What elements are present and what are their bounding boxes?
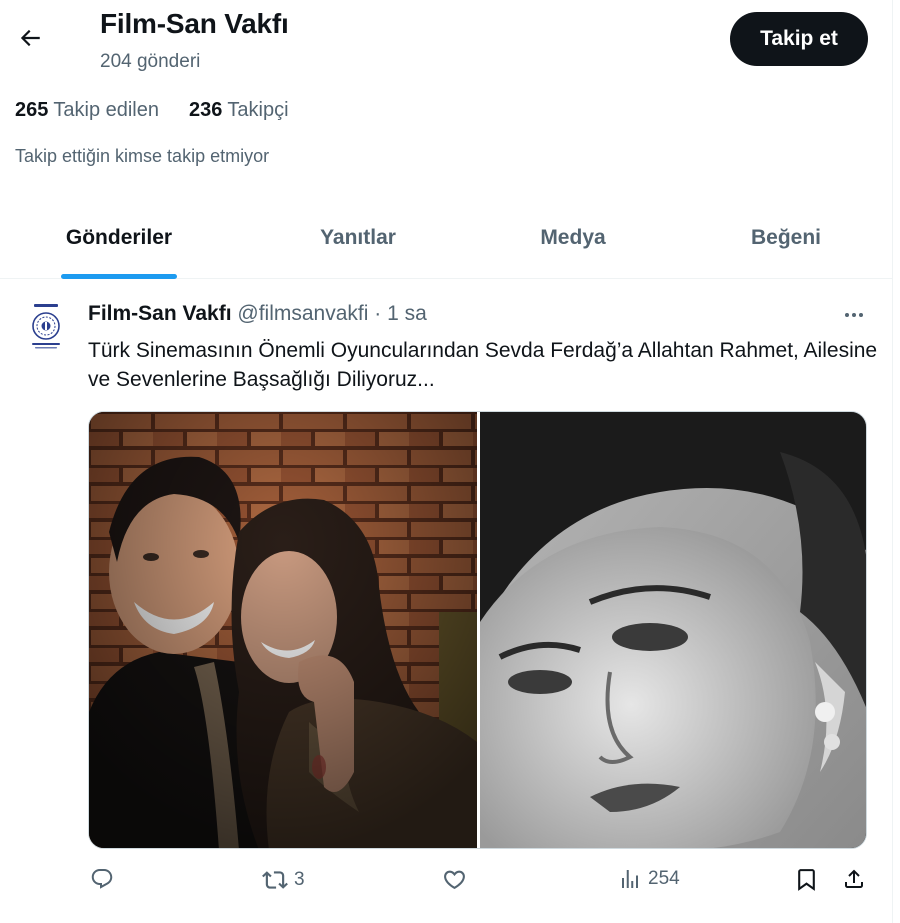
tab-posts[interactable]: Gönderiler <box>0 200 238 279</box>
profile-header: Film-San Vakfı 204 gönderi Takip et <box>0 0 892 86</box>
tab-media[interactable]: Medya <box>478 200 668 279</box>
more-horizontal-icon <box>845 313 863 317</box>
like-button[interactable] <box>442 867 473 892</box>
arrow-left-icon <box>20 29 40 47</box>
back-button[interactable] <box>12 20 48 56</box>
retweet-icon <box>262 871 288 889</box>
selfie-photo <box>89 412 477 848</box>
avatar[interactable] <box>20 300 72 352</box>
tab-likes[interactable]: Beğeni <box>680 200 892 279</box>
followers-label: Takipçi <box>227 99 289 121</box>
tab-posts-label: Gönderiler <box>65 226 173 249</box>
column-border <box>892 0 893 923</box>
foundation-logo <box>20 300 72 352</box>
views-count: 254 <box>648 868 680 889</box>
tab-replies[interactable]: Yanıtlar <box>238 200 478 279</box>
reply-icon <box>91 869 113 889</box>
heart-icon <box>444 870 465 890</box>
media-photo-portrait[interactable] <box>480 412 866 848</box>
author-handle[interactable]: @filmsanvakfi <box>237 302 368 325</box>
reply-button[interactable] <box>90 867 120 891</box>
active-tab-indicator <box>61 274 177 279</box>
profile-name: Film-San Vakfı <box>100 8 289 39</box>
media-photo-selfie[interactable] <box>89 412 477 848</box>
following-count: 265 <box>15 99 49 121</box>
tweet-header: Film-San Vakfı @filmsanvakfi · 1 sa <box>88 302 427 326</box>
tab-media-label: Medya <box>540 226 606 249</box>
tweet-actions: 3 254 <box>0 863 892 907</box>
views-button[interactable]: 254 <box>618 867 680 891</box>
profile-tabs: Gönderiler Yanıtlar Medya Beğeni <box>0 200 892 279</box>
following-label: Takip edilen <box>53 99 159 121</box>
share-icon <box>845 869 863 888</box>
separator-dot: · <box>374 302 382 325</box>
tweet-text: Türk Sinemasının Önemli Oyuncularından S… <box>88 339 878 391</box>
author-name[interactable]: Film-San Vakfı <box>88 302 232 325</box>
bookmark-icon <box>798 869 815 891</box>
share-button[interactable] <box>842 867 866 891</box>
followed-by-note: Takip ettiğin kimse takip etmiyor <box>15 146 270 166</box>
portrait-photo <box>480 412 866 848</box>
retweet-button[interactable]: 3 <box>262 867 305 893</box>
tab-replies-label: Yanıtlar <box>320 226 396 249</box>
followers-count: 236 <box>189 99 223 121</box>
follow-button[interactable]: Takip et <box>730 12 868 66</box>
more-button[interactable] <box>836 300 872 330</box>
following-stat[interactable]: 265 Takip edilen <box>15 99 159 122</box>
tweet-media <box>88 411 867 849</box>
followers-stat[interactable]: 236 Takipçi <box>189 99 289 122</box>
tweet-time[interactable]: 1 sa <box>387 302 427 325</box>
views-icon <box>622 870 638 888</box>
bookmark-button[interactable] <box>794 867 819 892</box>
post-count: 204 gönderi <box>100 51 201 72</box>
tweet[interactable]: Film-San Vakfı @filmsanvakfi · 1 sa Türk… <box>0 280 892 923</box>
tab-likes-label: Beğeni <box>750 226 821 249</box>
retweet-count: 3 <box>294 869 305 890</box>
profile-stats: 265 Takip edilen 236 Takipçi <box>15 99 289 122</box>
